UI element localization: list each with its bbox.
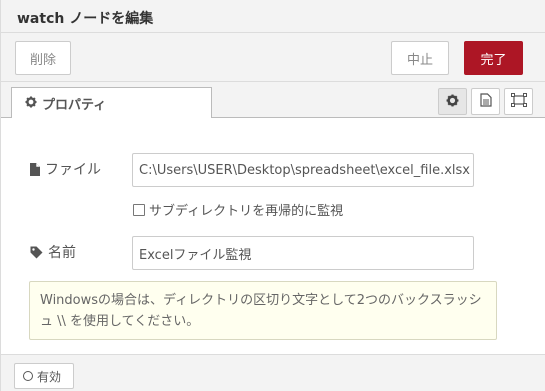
tray-toolbar: 削除 中止 完了	[1, 34, 545, 82]
cancel-button[interactable]: 中止	[391, 41, 449, 75]
done-button[interactable]: 完了	[464, 41, 523, 75]
tab-properties-label: プロパティ	[42, 97, 107, 113]
gear-icon	[446, 92, 459, 111]
recursive-checkbox-label: サブディレクトリを再帰的に監視	[149, 204, 344, 219]
description-tab-button[interactable]	[471, 88, 500, 115]
tray-footer: 有効	[1, 354, 545, 391]
delete-button[interactable]: 削除	[15, 41, 71, 75]
recursive-checkbox[interactable]	[133, 203, 145, 216]
tray-header: watch ノードを編集	[1, 0, 545, 33]
enable-label: 有効	[37, 369, 62, 384]
enable-toggle-button[interactable]: 有効	[14, 363, 74, 389]
gear-icon	[25, 96, 37, 111]
name-input[interactable]: Excelファイル監視	[132, 236, 474, 270]
document-icon	[479, 92, 492, 111]
frame-icon	[510, 92, 527, 111]
file-icon	[30, 162, 40, 176]
file-row-label: ファイル	[30, 159, 101, 179]
edit-tray: watch ノードを編集 削除 中止 完了 プロパティ ファイル C:\User…	[0, 0, 545, 391]
appearance-tab-button[interactable]	[504, 88, 533, 115]
tray-title: watch ノードを編集	[17, 11, 154, 27]
file-path-input[interactable]: C:\Users\USER\Desktop\spreadsheet\excel_…	[132, 153, 474, 187]
name-label: 名前	[48, 245, 76, 261]
circle-icon	[23, 371, 33, 381]
windows-path-tip: Windowsの場合は、ディレクトリの区切り文字として2つのバックスラッシュ \…	[29, 281, 497, 340]
name-row-label: 名前	[30, 242, 76, 262]
file-label: ファイル	[45, 162, 101, 178]
tab-bar: プロパティ	[1, 83, 545, 119]
tab-properties[interactable]: プロパティ	[11, 87, 212, 119]
recursive-checkbox-row[interactable]: サブディレクトリを再帰的に監視	[133, 200, 343, 219]
properties-panel: ファイル C:\Users\USER\Desktop\spreadsheet\e…	[1, 118, 545, 354]
tag-icon	[30, 246, 43, 259]
settings-tab-button[interactable]	[438, 88, 467, 115]
